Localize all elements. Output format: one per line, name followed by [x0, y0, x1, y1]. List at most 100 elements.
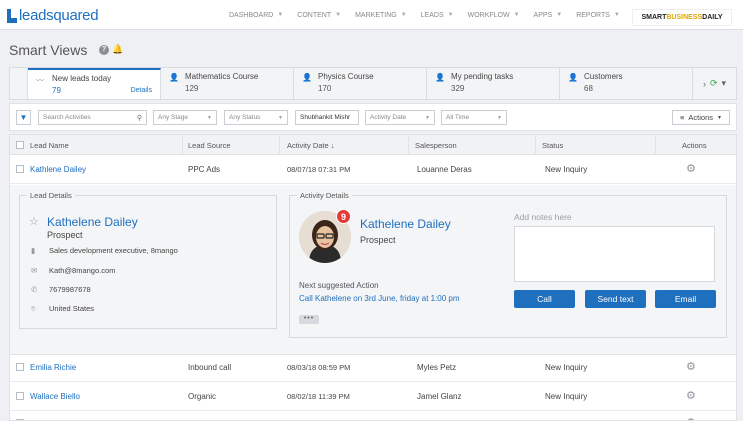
lead-email[interactable]: Kath@8mango.com	[49, 266, 115, 275]
status-select[interactable]: Any Status ▼	[224, 110, 288, 125]
lead-phone[interactable]: 7679987678	[49, 285, 91, 294]
tab-mathematics-course[interactable]: 👤 Mathematics Course 129	[161, 68, 294, 99]
main-nav: DASHBOARD ▼ CONTENT ▼ MARKETING ▼ LEADS ▼ WO…	[222, 0, 627, 30]
logo-text: leadsquared	[19, 7, 99, 24]
tab-details-link[interactable]: Details	[131, 87, 152, 94]
activity-date: 08/02/18 11:39 PM	[287, 392, 350, 401]
row-checkbox[interactable]	[16, 165, 24, 173]
send-text-button[interactable]: Send text	[585, 290, 646, 308]
table-row[interactable]: Kathlene Dailey PPC Ads 08/07/18 07:31 P…	[10, 155, 736, 184]
help-icon[interactable]: ?	[99, 45, 109, 55]
gear-icon[interactable]: ⚙	[686, 162, 696, 175]
row-checkbox[interactable]	[16, 392, 24, 400]
page-title: Smart Views	[9, 42, 88, 58]
tab-new-leads-today[interactable]: 〰 New leads today 79 Details	[28, 68, 161, 99]
col-activity-date[interactable]: Activity Date ↓	[287, 141, 335, 150]
table-row[interactable]: Emilia Richie Inbound call 08/03/18 08:5…	[10, 353, 736, 382]
user-icon: 👤	[302, 73, 312, 82]
phone-icon: ✆	[31, 285, 38, 294]
chevron-down-icon: ▼	[278, 114, 283, 121]
table-row[interactable]: Wallace Biello Organic 08/02/18 11:39 PM…	[10, 382, 736, 411]
row-checkbox[interactable]	[16, 363, 24, 371]
chevron-down-icon: ▼	[613, 12, 620, 18]
chevron-down-icon: ▼	[717, 114, 722, 121]
next-action-label: Next suggested Action	[299, 281, 379, 290]
notes-textarea[interactable]	[514, 226, 715, 282]
notification-badge: 9	[336, 209, 351, 224]
chevron-down-icon: ▼	[556, 12, 563, 18]
nav-reports[interactable]: REPORTS ▼	[569, 12, 627, 19]
status-text: New Inquiry	[545, 392, 588, 401]
actions-button[interactable]: ≡ Actions ▼	[672, 110, 730, 125]
leads-table: Lead Name Lead Source Activity Date ↓ Sa…	[9, 134, 737, 421]
nav-dashboard[interactable]: DASHBOARD ▼	[222, 12, 290, 19]
table-row-partial: ⚙	[10, 411, 736, 420]
nav-apps[interactable]: APPS ▼	[527, 12, 570, 19]
lead-job: Sales development executive, 8mango	[49, 246, 178, 255]
column-divider	[279, 135, 280, 155]
status-text: New Inquiry	[545, 165, 588, 174]
lead-name-link[interactable]: Kathlene Dailey	[30, 165, 86, 174]
select-all-checkbox[interactable]	[16, 141, 24, 149]
star-icon[interactable]: ☆	[29, 215, 39, 228]
date-field-select[interactable]: Activity Date ▼	[365, 110, 435, 125]
gear-icon[interactable]: ⚙	[686, 416, 696, 420]
lead-name-link[interactable]: Wallace Biello	[30, 392, 80, 401]
tab-physics-course[interactable]: 👤 Physics Course 170	[294, 68, 427, 99]
chevron-down-icon: ▼	[277, 12, 284, 18]
table-header: Lead Name Lead Source Activity Date ↓ Sa…	[10, 135, 736, 155]
salesperson: Myles Petz	[417, 363, 457, 372]
column-divider	[408, 135, 409, 155]
top-nav-bar: leadsquared DASHBOARD ▼ CONTENT ▼ MARKETIN…	[0, 0, 743, 30]
nav-leads[interactable]: LEADS ▼	[414, 12, 461, 19]
owner-select[interactable]: Shubhankit Mishr	[295, 110, 359, 125]
chevron-down-icon: ▼	[447, 12, 454, 18]
notes-label: Add notes here	[514, 212, 572, 222]
chevron-down-icon: ▼	[497, 114, 502, 121]
chevron-down-icon: ▼	[513, 12, 520, 18]
col-lead-source[interactable]: Lead Source	[188, 141, 231, 150]
filter-icon[interactable]: ▼	[16, 110, 31, 125]
nav-marketing[interactable]: MARKETING ▼	[348, 12, 414, 19]
gear-icon[interactable]: ⚙	[686, 360, 696, 373]
nav-workflow[interactable]: WORKFLOW ▼	[461, 12, 527, 19]
status-text: New Inquiry	[545, 363, 588, 372]
tab-my-pending-tasks[interactable]: 👤 My pending tasks 329	[427, 68, 560, 99]
lead-source: Inbound call	[188, 363, 232, 372]
chevron-down-icon: ▼	[425, 114, 430, 121]
search-input[interactable]: Search Activities ⚲	[38, 110, 147, 125]
col-lead-name[interactable]: Lead Name	[30, 141, 69, 150]
lead-details-card: Lead Details ☆ Kathelene Dailey Prospect…	[19, 191, 277, 329]
bell-icon[interactable]: 🔔	[112, 44, 123, 55]
stage-select[interactable]: Any Stage ▼	[153, 110, 217, 125]
col-salesperson[interactable]: Salesperson	[415, 141, 457, 150]
activity-lead-type: Prospect	[360, 235, 396, 245]
tab-scroll-left[interactable]	[10, 68, 28, 99]
job-icon: ▮	[31, 246, 36, 255]
date-range-select[interactable]: All Time ▼	[441, 110, 507, 125]
next-action-link[interactable]: Call Kathelene on 3rd June, friday at 1:…	[299, 294, 460, 303]
activity-details-card: Activity Details 9 Kathelene Dailey Pros…	[289, 191, 727, 338]
lead-name-link[interactable]: Emilia Richie	[30, 363, 76, 372]
chevron-down-icon: ▼	[335, 12, 342, 18]
app-logo[interactable]: leadsquared	[7, 7, 99, 24]
chevron-down-icon: ▼	[207, 114, 212, 121]
lead-details-legend: Lead Details	[27, 191, 75, 200]
lead-details-name[interactable]: Kathelene Dailey	[47, 215, 138, 229]
nav-content[interactable]: CONTENT ▼	[290, 12, 348, 19]
logo-mark-icon	[7, 8, 17, 23]
chevron-right-icon[interactable]: ›	[703, 79, 706, 89]
salesperson: Louanne Deras	[417, 165, 472, 174]
more-options-icon[interactable]: •••	[299, 315, 319, 324]
activity-lead-name[interactable]: Kathelene Dailey	[360, 217, 451, 231]
col-status[interactable]: Status	[542, 141, 563, 150]
user-icon: 👤	[568, 73, 578, 82]
lead-source: Organic	[188, 392, 217, 401]
email-button[interactable]: Email	[655, 290, 716, 308]
search-icon: ⚲	[136, 114, 142, 122]
refresh-icon[interactable]: ⟳	[710, 78, 718, 89]
gear-icon[interactable]: ⚙	[686, 389, 696, 402]
tab-customers[interactable]: 👤 Customers 68	[560, 68, 693, 99]
call-button[interactable]: Call	[514, 290, 575, 308]
chevron-down-icon[interactable]: ▾	[722, 78, 727, 89]
